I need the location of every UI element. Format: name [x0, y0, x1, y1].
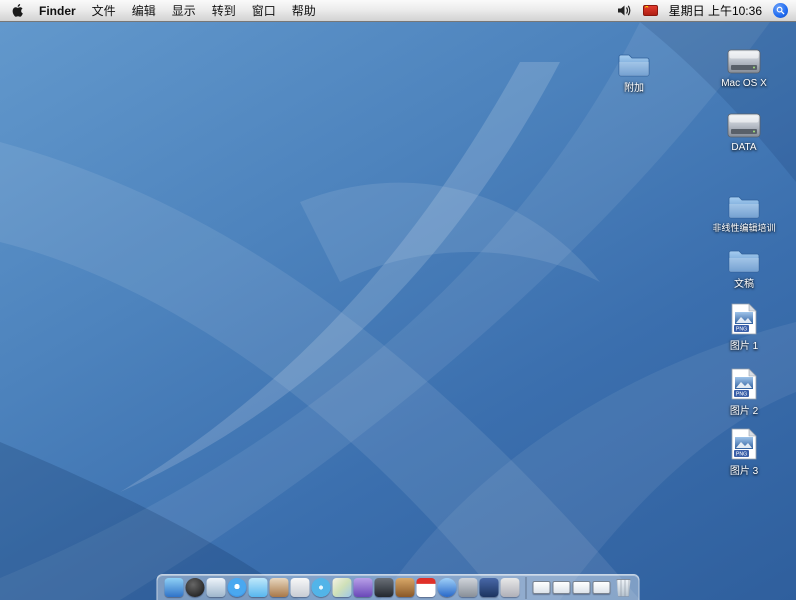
dock-ical-icon[interactable] — [417, 578, 436, 597]
folder-icon — [618, 50, 650, 77]
desktop-icon-label: 图片 2 — [730, 402, 758, 417]
dock-finder-icon[interactable] — [165, 578, 184, 597]
desktop-icon-image-1[interactable]: PNG 图片 1 — [712, 303, 776, 352]
dock-address-book-icon[interactable] — [270, 578, 289, 597]
desktop-icon-image-3[interactable]: PNG 图片 3 — [712, 428, 776, 477]
dock-preview-icon[interactable] — [291, 578, 310, 597]
dock-ichat-icon[interactable] — [249, 578, 268, 597]
menu-window[interactable]: 窗口 — [252, 2, 276, 19]
hard-drive-icon — [727, 46, 761, 76]
dock-system-preferences-icon[interactable] — [459, 578, 478, 597]
dock-trash-icon[interactable] — [616, 579, 632, 597]
png-badge: PNG — [736, 451, 747, 457]
menu-bar-left: Finder 文件 编辑 显示 转到 窗口 帮助 — [0, 2, 316, 19]
dock-iphoto-icon[interactable] — [333, 578, 352, 597]
desktop-icon-label: 图片 1 — [730, 337, 758, 352]
flag-star: ★ — [644, 5, 650, 10]
volume-icon[interactable] — [617, 4, 632, 17]
desktop-icon-editing-training[interactable]: 非线性编辑培训 — [709, 192, 779, 234]
dock-dashboard-icon[interactable] — [186, 578, 205, 597]
desktop-icon-label: Mac OS X — [721, 78, 767, 89]
dock — [157, 574, 640, 600]
dock-safari-icon[interactable] — [228, 578, 247, 597]
png-file-icon: PNG — [731, 303, 757, 335]
apple-menu-icon[interactable] — [10, 3, 23, 18]
dock-minimized-window-2[interactable] — [553, 581, 571, 594]
png-file-icon: PNG — [731, 428, 757, 460]
dock-garageband-icon[interactable] — [396, 578, 415, 597]
dock-minimized-window-1[interactable] — [533, 581, 551, 594]
dock-itunes-icon[interactable] — [312, 578, 331, 597]
desktop-icon-macosx-drive[interactable]: Mac OS X — [712, 46, 776, 89]
app-menu-finder[interactable]: Finder — [39, 4, 76, 18]
desktop[interactable]: 附加 Mac OS X DATA — [0, 22, 796, 600]
desktop-icon-label: 文稿 — [734, 275, 754, 290]
png-badge: PNG — [736, 326, 747, 332]
dock-minimized-window-4[interactable] — [593, 581, 611, 594]
menu-clock[interactable]: 星期日 上午10:36 — [669, 2, 762, 19]
dock-photoshop-icon[interactable] — [480, 578, 499, 597]
dock-terminal-icon[interactable] — [501, 578, 520, 597]
menu-go[interactable]: 转到 — [212, 2, 236, 19]
desktop-icon-label: 非线性编辑培训 — [712, 221, 775, 234]
folder-icon — [728, 192, 760, 219]
folder-icon — [728, 246, 760, 273]
wallpaper — [0, 22, 796, 600]
png-file-icon: PNG — [731, 368, 757, 400]
desktop-icon-label: DATA — [731, 142, 756, 153]
hard-drive-icon — [727, 110, 761, 140]
desktop-icon-data-drive[interactable]: DATA — [712, 110, 776, 153]
input-method-flag-icon[interactable]: ★ — [643, 5, 658, 16]
menu-help[interactable]: 帮助 — [292, 2, 316, 19]
dock-imovie-icon[interactable] — [354, 578, 373, 597]
dock-minimized-window-3[interactable] — [573, 581, 591, 594]
desktop-icon-image-2[interactable]: PNG 图片 2 — [712, 368, 776, 417]
desktop-icon-documents[interactable]: 文稿 — [712, 246, 776, 290]
spotlight-icon[interactable] — [773, 3, 788, 18]
desktop-icon-label: 附加 — [624, 79, 644, 94]
dock-separator — [526, 577, 527, 599]
screen: Finder 文件 编辑 显示 转到 窗口 帮助 ★ 星期日 上午10:36 — [0, 0, 796, 600]
menu-edit[interactable]: 编辑 — [132, 2, 156, 19]
menu-bar-right: ★ 星期日 上午10:36 — [617, 2, 796, 19]
menu-file[interactable]: 文件 — [92, 2, 116, 19]
dock-idvd-icon[interactable] — [375, 578, 394, 597]
dock-mail-icon[interactable] — [207, 578, 226, 597]
png-badge: PNG — [736, 391, 747, 397]
desktop-icon-fujia[interactable]: 附加 — [602, 50, 666, 94]
menu-bar: Finder 文件 编辑 显示 转到 窗口 帮助 ★ 星期日 上午10:36 — [0, 0, 796, 22]
desktop-icon-label: 图片 3 — [730, 462, 758, 477]
dock-quicktime-icon[interactable] — [438, 578, 457, 597]
menu-view[interactable]: 显示 — [172, 2, 196, 19]
